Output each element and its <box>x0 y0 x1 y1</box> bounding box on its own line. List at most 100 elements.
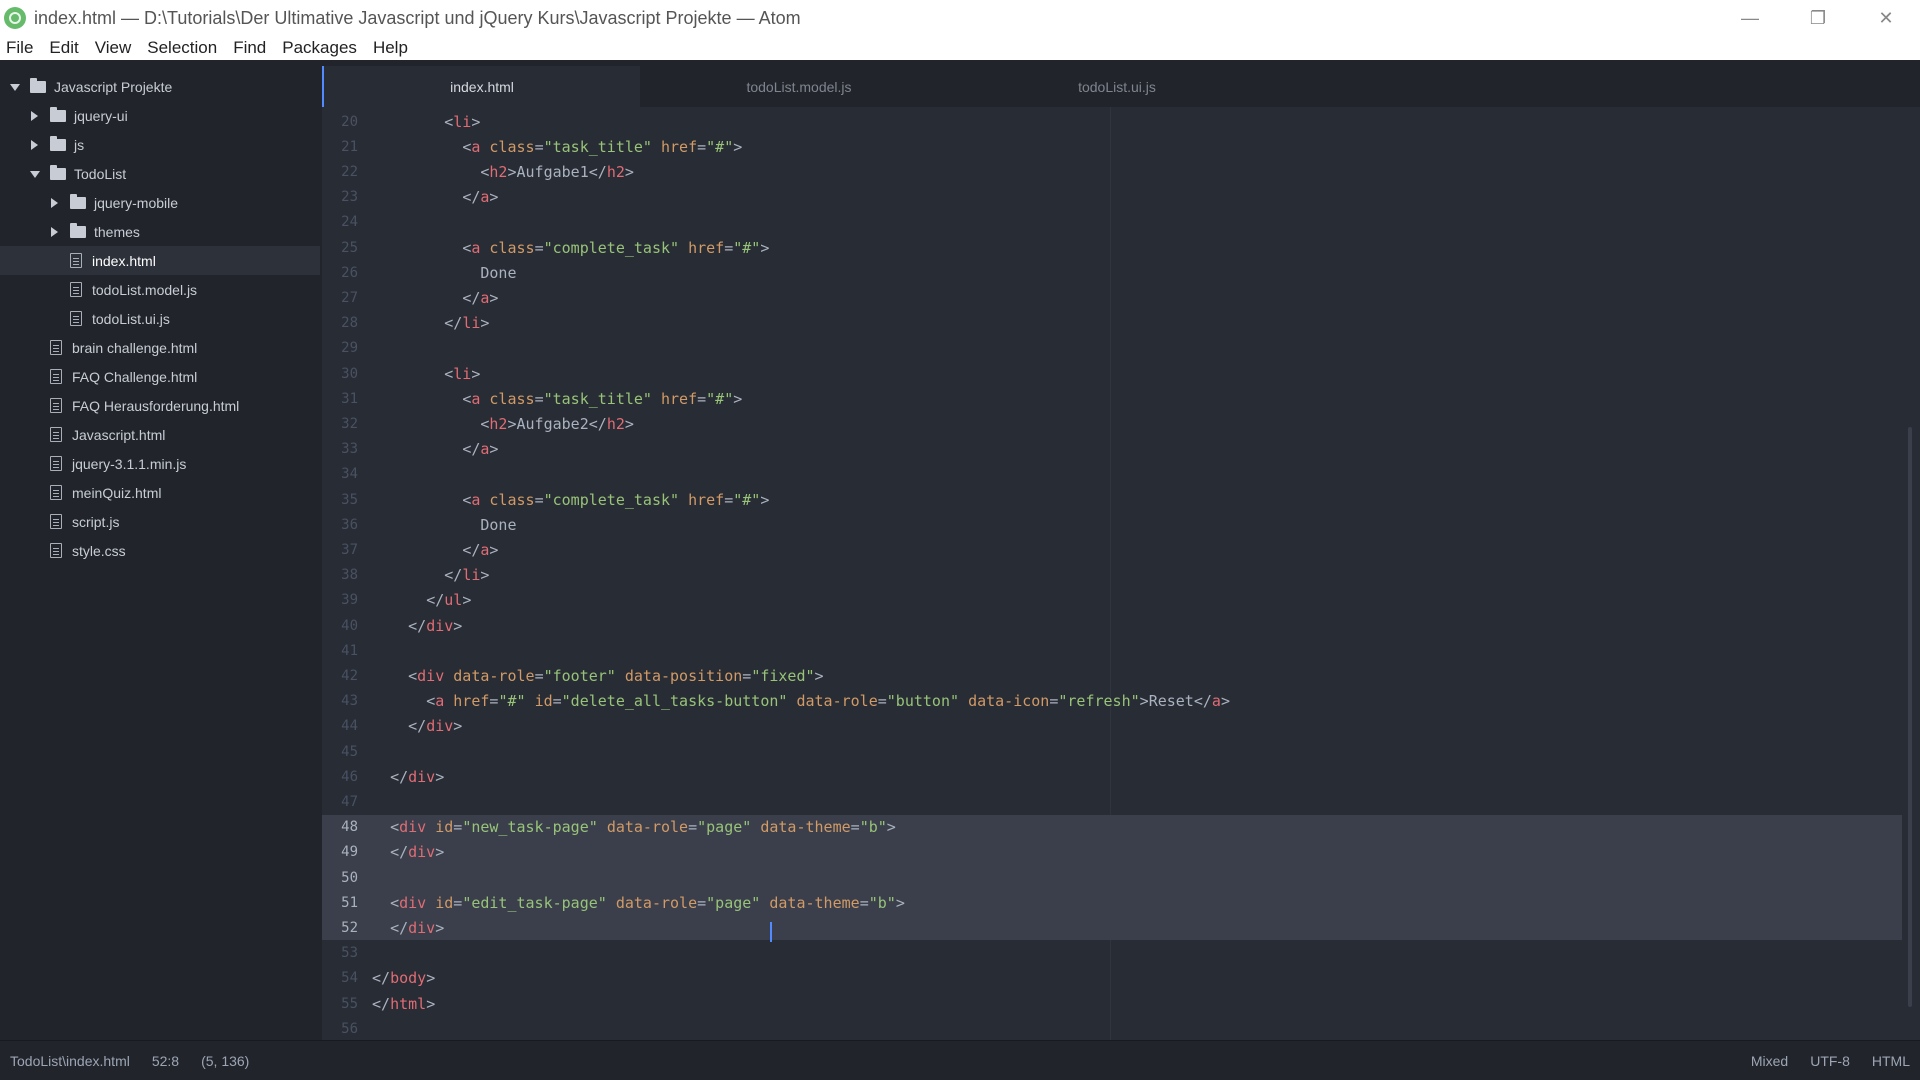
code-line[interactable]: 23 </a> <box>322 185 1902 210</box>
code-line[interactable]: 32 <h2>Aufgabe2</h2> <box>322 411 1902 436</box>
code-line[interactable]: 55 </html> <box>322 991 1902 1016</box>
window-controls: — ❐ ✕ <box>1716 0 1920 36</box>
code-line[interactable]: 35 <a class="complete_task" href="#"> <box>322 487 1902 512</box>
line-number: 49 <box>341 844 358 861</box>
code-line[interactable]: 22 <h2>Aufgabe1</h2> <box>322 159 1902 184</box>
tree-item[interactable]: jquery-3.1.1.min.js <box>0 449 320 478</box>
code-line[interactable]: 43 <a href="#" id="delete_all_tasks-butt… <box>322 689 1902 714</box>
tree-item[interactable]: index.html <box>0 246 320 275</box>
tree-item[interactable]: TodoList <box>0 159 320 188</box>
code-line[interactable]: 47 <box>322 789 1902 814</box>
line-number: 27 <box>341 289 358 306</box>
tree-item[interactable]: jquery-ui <box>0 101 320 130</box>
line-number: 54 <box>341 970 358 987</box>
code-line[interactable]: 20 <li> <box>322 109 1902 134</box>
code-line[interactable]: 27 </a> <box>322 285 1902 310</box>
menu-edit[interactable]: Edit <box>49 38 78 58</box>
tab-todolist-ui-js[interactable]: todoList.ui.js <box>958 66 1276 107</box>
minimize-button[interactable]: — <box>1716 0 1784 36</box>
code-line[interactable]: 38 </li> <box>322 563 1902 588</box>
tree-item[interactable]: script.js <box>0 507 320 536</box>
line-number: 22 <box>341 163 358 180</box>
code-editor[interactable]: 20 <li> 21 <a class="task_title" href="#"… <box>322 107 1920 1040</box>
text-cursor <box>770 922 772 942</box>
code-line[interactable]: 42 <div data-role="footer" data-position… <box>322 663 1902 688</box>
file-icon <box>70 253 82 268</box>
code-line[interactable]: 41 <box>322 638 1902 663</box>
code-line[interactable]: 33 </a> <box>322 437 1902 462</box>
tree-item[interactable]: brain challenge.html <box>0 333 320 362</box>
tree-item[interactable]: todoList.ui.js <box>0 304 320 333</box>
status-grammar[interactable]: HTML <box>1872 1053 1910 1069</box>
menu-view[interactable]: View <box>95 38 132 58</box>
tree-root[interactable]: Javascript Projekte <box>0 72 320 101</box>
tab-index-html[interactable]: index.html <box>322 66 640 107</box>
code-line[interactable]: 45 <box>322 739 1902 764</box>
menu-selection[interactable]: Selection <box>147 38 217 58</box>
status-encoding[interactable]: UTF-8 <box>1810 1053 1850 1069</box>
menu-help[interactable]: Help <box>373 38 408 58</box>
code-line[interactable]: 34 <box>322 462 1902 487</box>
code-line[interactable]: 21 <a class="task_title" href="#"> <box>322 134 1902 159</box>
code-line[interactable]: 31 <a class="task_title" href="#"> <box>322 386 1902 411</box>
code-line[interactable]: 36 Done <box>322 512 1902 537</box>
code-line[interactable]: 26 Done <box>322 260 1902 285</box>
tree-item[interactable]: FAQ Challenge.html <box>0 362 320 391</box>
tree-item[interactable]: jquery-mobile <box>0 188 320 217</box>
chevron-right-icon <box>30 139 40 150</box>
menu-file[interactable]: File <box>6 38 33 58</box>
tree-item[interactable]: themes <box>0 217 320 246</box>
tree-item-label: style.css <box>72 542 126 559</box>
tree-item-label: Javascript.html <box>72 426 166 443</box>
code-line[interactable]: 48 <div id="new_task-page" data-role="pa… <box>322 814 1902 840</box>
code-text: </html> <box>372 994 436 1013</box>
tree-item[interactable]: Javascript.html <box>0 420 320 449</box>
tree-item[interactable]: todoList.model.js <box>0 275 320 304</box>
code-line[interactable]: 54 </body> <box>322 966 1902 991</box>
status-line-ending[interactable]: Mixed <box>1751 1053 1788 1069</box>
close-button[interactable]: ✕ <box>1852 0 1920 36</box>
tree-item-label: index.html <box>92 252 156 269</box>
menu-packages[interactable]: Packages <box>282 38 357 58</box>
code-line[interactable]: 39 </ul> <box>322 588 1902 613</box>
tree-item[interactable]: style.css <box>0 536 320 565</box>
folder-icon <box>50 106 66 122</box>
code-line[interactable]: 30 <li> <box>322 361 1902 386</box>
line-number: 23 <box>341 189 358 206</box>
tree-item[interactable]: FAQ Herausforderung.html <box>0 391 320 420</box>
code-line[interactable]: 52 </div> <box>322 915 1902 941</box>
code-line[interactable]: 25 <a class="complete_task" href="#"> <box>322 235 1902 260</box>
vertical-scrollbar[interactable] <box>1908 427 1912 1007</box>
code-line[interactable]: 53 <box>322 941 1902 966</box>
menu-find[interactable]: Find <box>233 38 266 58</box>
chevron-right-icon <box>30 110 40 121</box>
line-number: 55 <box>341 995 358 1012</box>
code-line[interactable]: 49 </div> <box>322 839 1902 865</box>
line-number: 46 <box>341 768 358 785</box>
code-line[interactable]: 44 </div> <box>322 714 1902 739</box>
tree-item[interactable]: js <box>0 130 320 159</box>
line-number: 26 <box>341 264 358 281</box>
code-line[interactable]: 29 <box>322 336 1902 361</box>
tree-view: Javascript Projekte jquery-ui js TodoList j… <box>0 60 320 1040</box>
tree-item[interactable]: meinQuiz.html <box>0 478 320 507</box>
code-text: Done <box>372 263 517 282</box>
code-line[interactable]: 51 <div id="edit_task-page" data-role="p… <box>322 890 1902 916</box>
line-number: 45 <box>341 743 358 760</box>
code-text: <div id="new_task-page" data-role="page"… <box>390 818 896 837</box>
code-line[interactable]: 46 </div> <box>322 764 1902 789</box>
code-line[interactable]: 37 </a> <box>322 537 1902 562</box>
status-file-path[interactable]: TodoList\index.html <box>10 1053 130 1069</box>
code-line[interactable]: 56 <box>322 1016 1902 1040</box>
restore-button[interactable]: ❐ <box>1784 0 1852 36</box>
code-line[interactable]: 50 <box>322 865 1902 890</box>
tab-todolist-model-js[interactable]: todoList.model.js <box>640 66 958 107</box>
tree-item-label: todoList.ui.js <box>92 310 170 327</box>
line-number: 40 <box>341 617 358 634</box>
code-line[interactable]: 28 </li> <box>322 311 1902 336</box>
code-line[interactable]: 24 <box>322 210 1902 235</box>
status-cursor-position[interactable]: 52:8 <box>152 1053 179 1069</box>
line-number: 51 <box>341 894 358 911</box>
code-line[interactable]: 40 </div> <box>322 613 1902 638</box>
line-number: 28 <box>341 315 358 332</box>
